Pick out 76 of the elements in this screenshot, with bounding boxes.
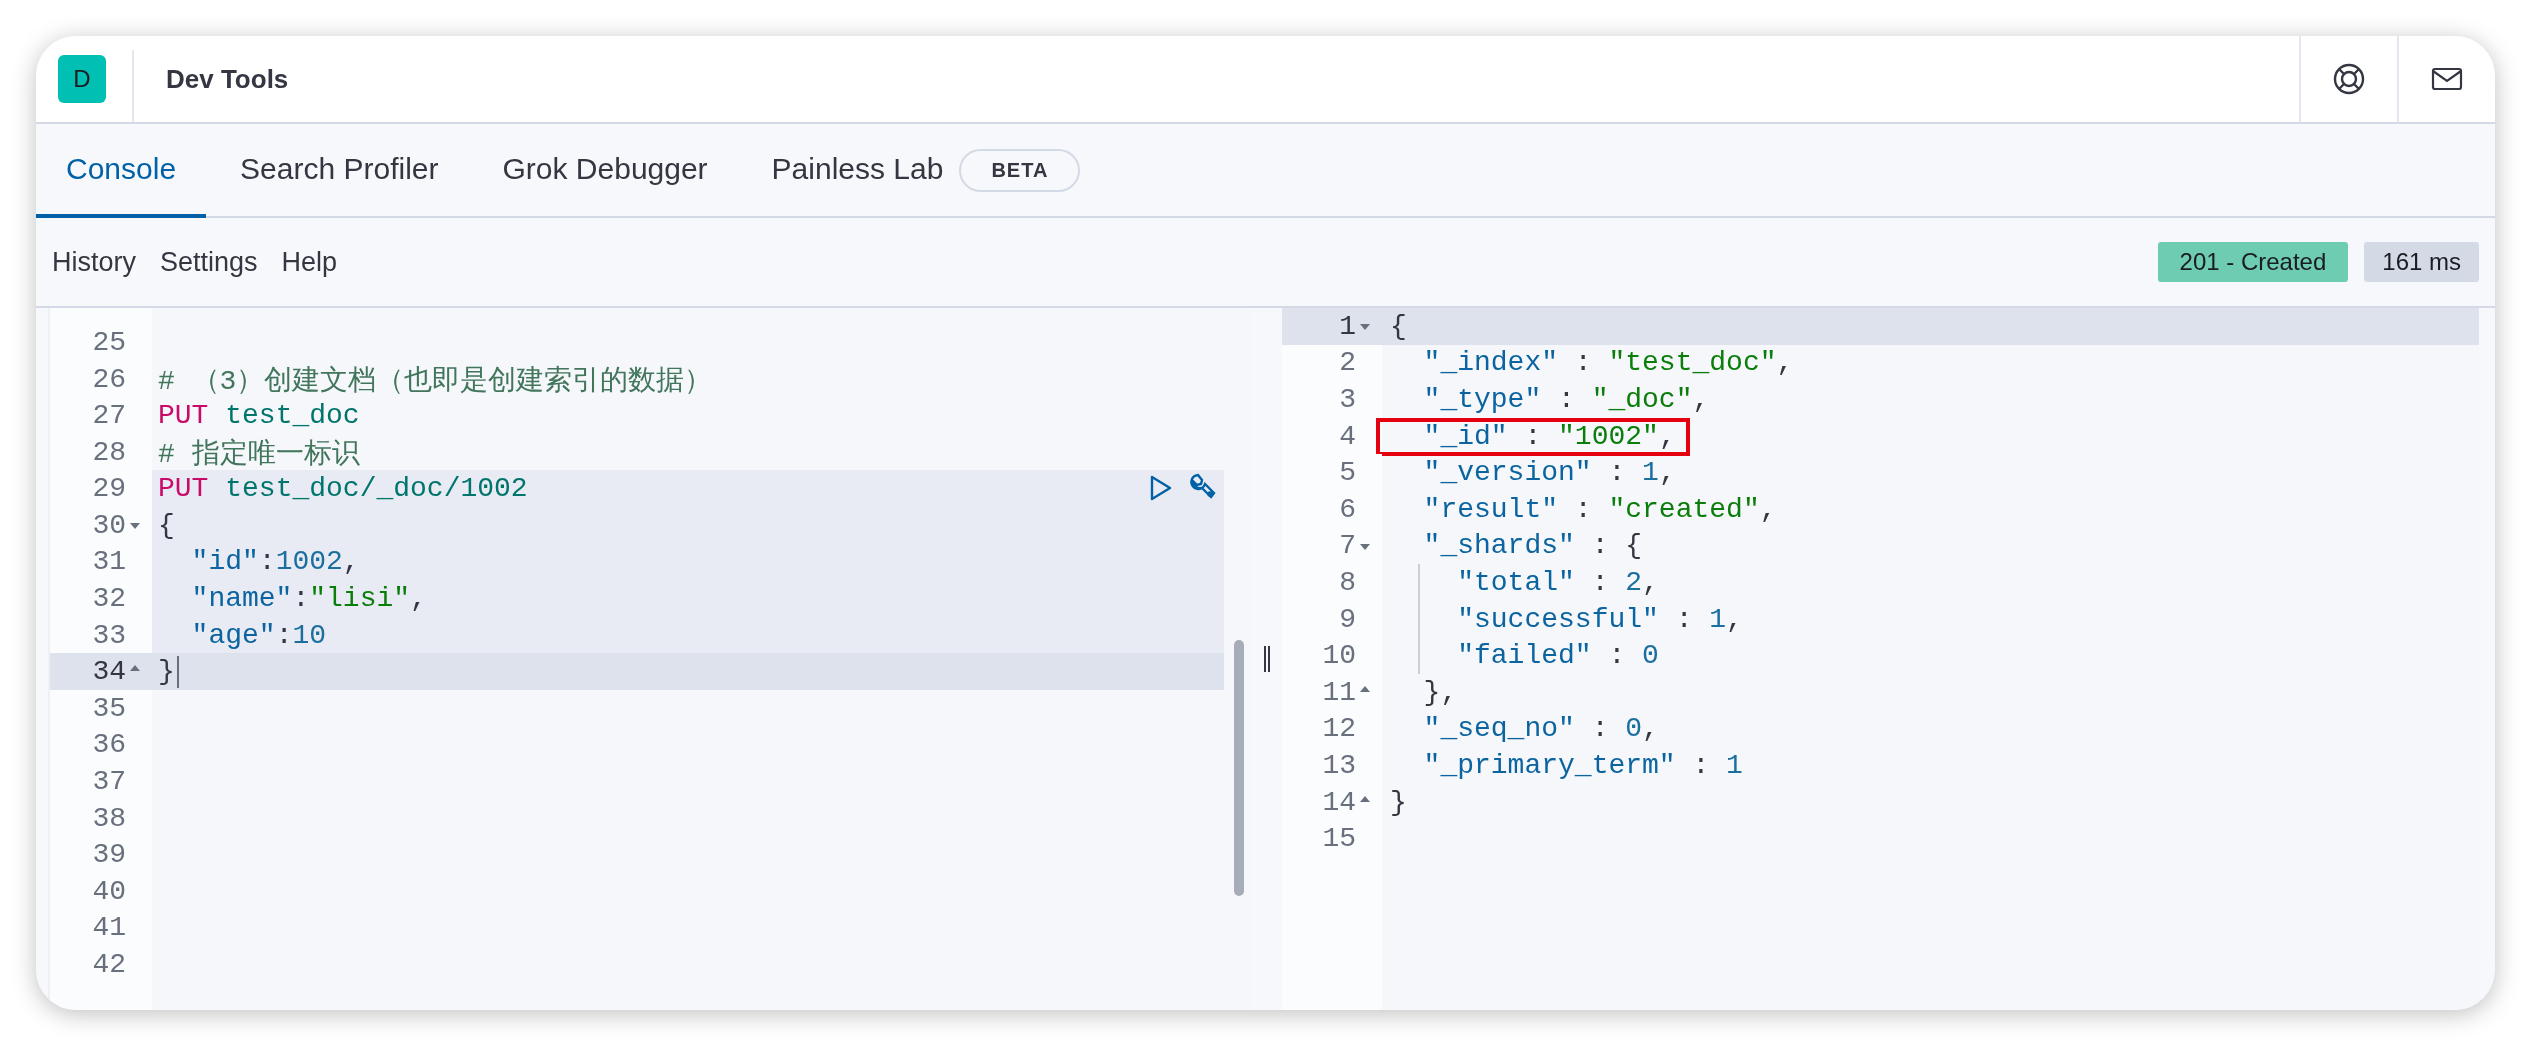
tab[interactable]: Grok Debugger (472, 124, 738, 218)
line-number: 36 (92, 729, 126, 761)
code-line: } (1390, 786, 1407, 818)
line-number: 41 (92, 912, 126, 944)
line-number: 8 (1339, 566, 1356, 598)
line-number: 9 (1339, 603, 1356, 635)
line-number: 3 (1339, 384, 1356, 415)
fold-icon[interactable] (1360, 795, 1370, 802)
line-number: 42 (92, 948, 126, 980)
code-line: PUT test_doc (158, 400, 360, 431)
page-title: Dev Tools (166, 63, 289, 95)
code-line: "_primary_term" : 1 (1422, 749, 1743, 781)
code-line: "_type" : "_doc", (1422, 384, 1710, 415)
code-line: } (158, 656, 175, 688)
code-line: "successful" : 1, (1456, 603, 1743, 635)
code-line: { (1390, 310, 1407, 342)
line-number: 29 (92, 473, 126, 505)
line-number: 26 (92, 364, 126, 396)
line-number: 35 (92, 692, 126, 724)
code-line: "total" : 2, (1456, 566, 1659, 598)
line-number: 39 (92, 839, 126, 871)
code-line: "failed" : 0 (1456, 640, 1659, 672)
duration-badge: 161 ms (2364, 242, 2479, 282)
beta-badge: BETA (959, 148, 1081, 192)
line-number: 6 (1339, 493, 1356, 525)
code-line: "id":1002, (190, 546, 360, 578)
menu-link[interactable]: Settings (148, 246, 270, 278)
line-number: 11 (1322, 676, 1356, 708)
line-number: 10 (1322, 640, 1356, 672)
code-line: # （3）创建文档（也即是创建索引的数据） (158, 364, 713, 399)
line-number: 28 (92, 437, 126, 469)
line-number: 25 (92, 326, 126, 358)
tab[interactable]: Console (36, 124, 207, 218)
code-line: # 指定唯一标识 (158, 437, 360, 472)
line-number: 30 (92, 509, 126, 541)
line-number: 4 (1339, 421, 1356, 453)
code-line: "name":"lisi", (190, 582, 427, 614)
line-number: 5 (1339, 457, 1356, 489)
menu-link[interactable]: Help (269, 246, 350, 278)
line-number: 38 (92, 802, 126, 834)
line-number: 2 (1339, 347, 1356, 379)
tab[interactable]: Search Profiler (210, 124, 469, 218)
help-icon[interactable] (2332, 62, 2366, 96)
code-line: "age":10 (190, 619, 327, 651)
line-number: 37 (92, 765, 126, 797)
code-line: }, (1422, 676, 1458, 708)
line-number: 12 (1322, 713, 1356, 745)
code-line: "_seq_no" : 0, (1422, 713, 1659, 745)
line-number: 1 (1339, 310, 1356, 342)
code-line: "result" : "created", (1422, 493, 1777, 525)
status-badge: 201 - Created (2157, 242, 2349, 282)
line-number: 33 (92, 619, 126, 651)
code-line: "_index" : "test_doc", (1422, 347, 1794, 379)
line-number: 14 (1322, 786, 1356, 818)
line-number: 34 (92, 656, 126, 688)
fold-icon[interactable] (1360, 324, 1370, 330)
fold-icon[interactable] (130, 522, 140, 529)
line-number: 31 (92, 546, 126, 578)
line-number: 13 (1322, 749, 1356, 781)
fold-icon[interactable] (1360, 685, 1370, 692)
menu-link[interactable]: History (40, 246, 148, 278)
line-number: 40 (92, 875, 126, 907)
fold-icon[interactable] (1360, 543, 1370, 550)
resize-handle[interactable] (1264, 646, 1270, 672)
code-line: "_id" : "1002", (1422, 420, 1676, 452)
line-number: 32 (92, 582, 126, 614)
line-number: 27 (92, 400, 126, 431)
code-line: "_shards" : { (1422, 530, 1643, 562)
code-line: { (158, 509, 175, 541)
line-number: 15 (1322, 823, 1356, 855)
code-line: PUT test_doc/_doc/1002 (158, 473, 528, 505)
app-logo[interactable]: D (58, 55, 106, 103)
fold-icon[interactable] (130, 665, 140, 672)
line-number: 7 (1339, 530, 1356, 562)
code-line: "_version" : 1, (1422, 457, 1676, 489)
scrollbar[interactable] (1234, 640, 1244, 896)
